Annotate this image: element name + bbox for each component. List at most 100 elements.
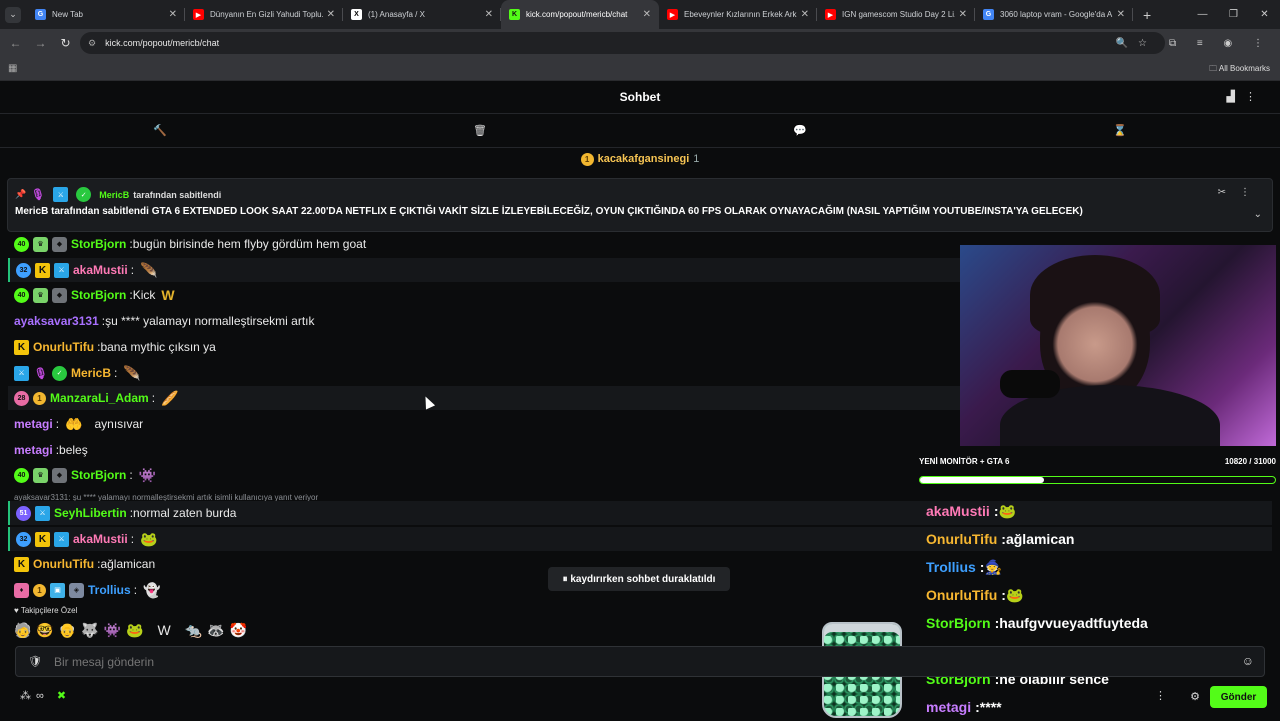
- browser-tab[interactable]: Kkick.com/popout/mericb/chat ✕: [501, 0, 659, 29]
- og-badge-icon: ◆: [52, 287, 67, 303]
- chat-username[interactable]: ManzaraLi_Adam: [50, 391, 149, 405]
- pinned-by[interactable]: MericB: [99, 190, 129, 200]
- chat-username[interactable]: MericB: [71, 366, 111, 380]
- browser-tab[interactable]: G 3060 laptop vram - Google'da A... ✕: [975, 0, 1133, 29]
- header-icons[interactable]: ▟⋮: [1227, 90, 1266, 103]
- emoji-icon[interactable]: ☺: [1242, 654, 1254, 668]
- restore-icon[interactable]: ❐: [1218, 0, 1249, 29]
- close-tab-icon[interactable]: ✕: [327, 9, 335, 20]
- browser-tab[interactable]: ▶ Ebeveynler Kızlarının Erkek Ark... ✕: [659, 0, 817, 29]
- chat-username[interactable]: StorBjorn: [71, 288, 126, 302]
- unpin-menu-icons[interactable]: ✂⋮: [1218, 187, 1264, 198]
- close-window-icon[interactable]: ✕: [1249, 0, 1280, 29]
- overlay-username: Trollius: [926, 559, 976, 575]
- tab-search-icon[interactable]: ⌄: [5, 6, 21, 23]
- chat-username[interactable]: SeyhLibertin: [54, 506, 127, 520]
- browser-tab[interactable]: G New Tab ✕: [27, 0, 185, 29]
- hourglass-icon[interactable]: ⌛: [960, 115, 1280, 147]
- tab-title: kick.com/popout/mericb/chat: [526, 10, 628, 19]
- zoom-bookmark-icons[interactable]: 🔍☆: [1116, 38, 1157, 49]
- forward-icon[interactable]: →: [28, 36, 53, 50]
- send-button[interactable]: Gönder: [1210, 686, 1267, 708]
- new-tab-icon[interactable]: +: [1143, 7, 1151, 23]
- site-info-icon[interactable]: ⚙: [88, 38, 96, 49]
- chat-username[interactable]: metagi: [14, 443, 53, 457]
- chat-text: bana mythic çıksın ya: [100, 340, 216, 354]
- pin-icon: 📌: [15, 189, 27, 199]
- overlay-text: haufgvvueyadtfuyteda: [999, 615, 1148, 631]
- overlay-emote: 🧙: [984, 558, 1002, 575]
- chat-text: ağlamican: [100, 557, 156, 571]
- follower-only-label: ♥ Takipçilere Özel: [14, 606, 78, 615]
- gift-coin-icon: 1: [33, 583, 46, 597]
- chat-username[interactable]: OnurluTifu: [33, 557, 94, 571]
- chat-text: aynısıvar: [94, 417, 144, 431]
- top-gifter-bar[interactable]: 1 kacakafgansinegi 1: [0, 148, 1280, 170]
- gifter-badge-icon: ♛: [33, 236, 48, 252]
- chat-username[interactable]: akaMustii: [73, 263, 128, 277]
- vip-badge-icon: ♦: [14, 582, 29, 598]
- pinned-label: tarafından sabitlendi: [133, 189, 222, 200]
- footer-left-icons[interactable]: ⁂∞ ✖: [20, 689, 71, 702]
- goal-label: YENİ MONİTÖR + GTA 6: [919, 457, 1010, 466]
- browser-tab[interactable]: ▶ Dünyanın En Gizli Yahudi Toplu... ✕: [185, 0, 343, 29]
- close-tab-icon[interactable]: ✕: [169, 9, 177, 20]
- gifter-badge-icon: ♛: [33, 467, 48, 483]
- sub-badge: 32: [16, 531, 31, 547]
- chat-username[interactable]: StorBjorn: [71, 237, 126, 251]
- ban-hammer-icon[interactable]: 🔨: [0, 115, 320, 147]
- minimize-icon[interactable]: —: [1187, 0, 1218, 29]
- chrome-icon: G: [35, 9, 46, 20]
- overlay-chat-line: Trollius: 🧙: [926, 558, 1002, 576]
- chat-text: normal zaten burda: [133, 506, 237, 520]
- chat-username[interactable]: akaMustii: [73, 532, 128, 546]
- shield-icon[interactable]: 🛡: [28, 655, 42, 668]
- chevron-down-icon[interactable]: ⌄: [1254, 209, 1262, 220]
- all-bookmarks[interactable]: 🗀 All Bookmarks: [1209, 63, 1270, 77]
- chat-username[interactable]: OnurluTifu: [33, 340, 94, 354]
- url-bar[interactable]: ⚙ kick.com/popout/mericb/chat 🔍☆: [80, 32, 1165, 54]
- address-toolbar: ← → ↻ ⚙ kick.com/popout/mericb/chat 🔍☆ ⧉…: [0, 29, 1280, 57]
- tab-title: 3060 laptop vram - Google'da A...: [1000, 10, 1113, 19]
- browser-tab[interactable]: X (1) Anasayfa / X ✕: [343, 0, 501, 29]
- pinned-message: 📌 🎙 ⚔ ✓ MericB tarafından sabitlendi Mer…: [7, 178, 1273, 232]
- chat-paused-notice[interactable]: ⏸ kaydırırken sohbet duraklatıldı: [548, 567, 730, 591]
- emote-picker-row[interactable]: 🧓🤓👴🐺👾🐸 W 🐀🦝🤡: [14, 622, 252, 639]
- trash-icon[interactable]: 🗑: [320, 115, 640, 147]
- close-tab-icon[interactable]: ✕: [643, 9, 651, 20]
- chat-username[interactable]: StorBjorn: [71, 468, 126, 482]
- gifter-name: kacakafgansinegi: [597, 153, 690, 165]
- more-icon[interactable]: ⋮: [1155, 689, 1166, 702]
- sub-badge: 40: [14, 236, 29, 252]
- overlay-chat-line: akaMustii: 🐸: [926, 502, 1016, 520]
- close-tab-icon[interactable]: ✕: [959, 9, 967, 20]
- bookmarks-bar: ▦ 🗀 All Bookmarks: [0, 57, 1280, 81]
- overlay-username: StorBjorn: [926, 615, 991, 631]
- mod-badge-icon: ⚔: [14, 365, 29, 381]
- close-tab-icon[interactable]: ✕: [801, 9, 809, 20]
- bot-badge-icon: ◈: [69, 582, 84, 598]
- back-icon[interactable]: ←: [3, 36, 28, 50]
- chat-emote: W: [161, 287, 175, 303]
- chat-username[interactable]: ayaksavar3131: [14, 314, 99, 328]
- extension-icons[interactable]: ⧉ ≡ ◉ ⋮: [1169, 38, 1272, 49]
- chat-emote: 🤲: [65, 415, 83, 432]
- kick-badge-icon: K: [14, 556, 29, 572]
- reload-icon[interactable]: ↻: [53, 36, 78, 50]
- close-tab-icon[interactable]: ✕: [1117, 9, 1125, 20]
- youtube-icon: ▶: [825, 9, 836, 20]
- apps-grid-icon[interactable]: ▦: [8, 63, 17, 74]
- close-tab-icon[interactable]: ✕: [485, 9, 493, 20]
- chat-username[interactable]: metagi: [14, 417, 53, 431]
- message-input[interactable]: [53, 654, 854, 669]
- settings-gear-icon[interactable]: ⚙: [1190, 690, 1200, 703]
- chat-username[interactable]: Trollius: [88, 583, 131, 597]
- mod-badge-icon: ⚔: [35, 505, 50, 521]
- tab-title: New Tab: [52, 10, 83, 19]
- chat-bubble-icon[interactable]: 💬: [640, 115, 960, 147]
- overlay-username: akaMustii: [926, 503, 990, 519]
- url-text: kick.com/popout/mericb/chat: [105, 38, 220, 48]
- browser-tab[interactable]: ▶ IGN gamescom Studio Day 2 Li... ✕: [817, 0, 975, 29]
- goal-progress-fill: [920, 477, 1044, 483]
- verified-badge-icon: ✓: [52, 365, 67, 381]
